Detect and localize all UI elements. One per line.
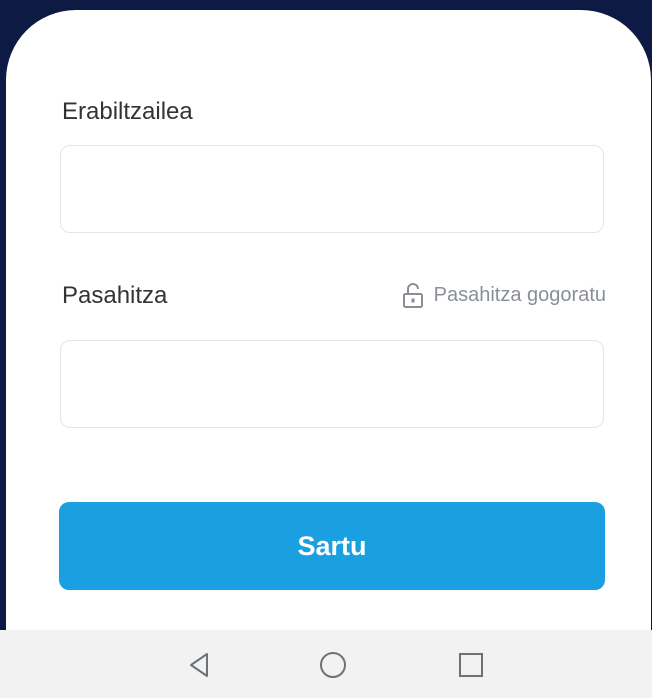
lock-icon	[402, 282, 424, 308]
system-navigation-bar	[0, 630, 652, 698]
password-input[interactable]	[60, 340, 604, 428]
username-label: Erabiltzailea	[62, 98, 193, 125]
remember-password-label: Pasahitza gogoratu	[433, 283, 606, 306]
username-input[interactable]	[60, 145, 604, 233]
back-triangle-icon[interactable]	[182, 648, 216, 682]
login-button[interactable]: Sartu	[59, 502, 605, 590]
recents-square-icon[interactable]	[454, 648, 488, 682]
remember-password-toggle[interactable]: Pasahitza gogoratu	[402, 282, 606, 308]
password-label: Pasahitza	[62, 282, 168, 309]
home-circle-icon[interactable]	[316, 648, 350, 682]
